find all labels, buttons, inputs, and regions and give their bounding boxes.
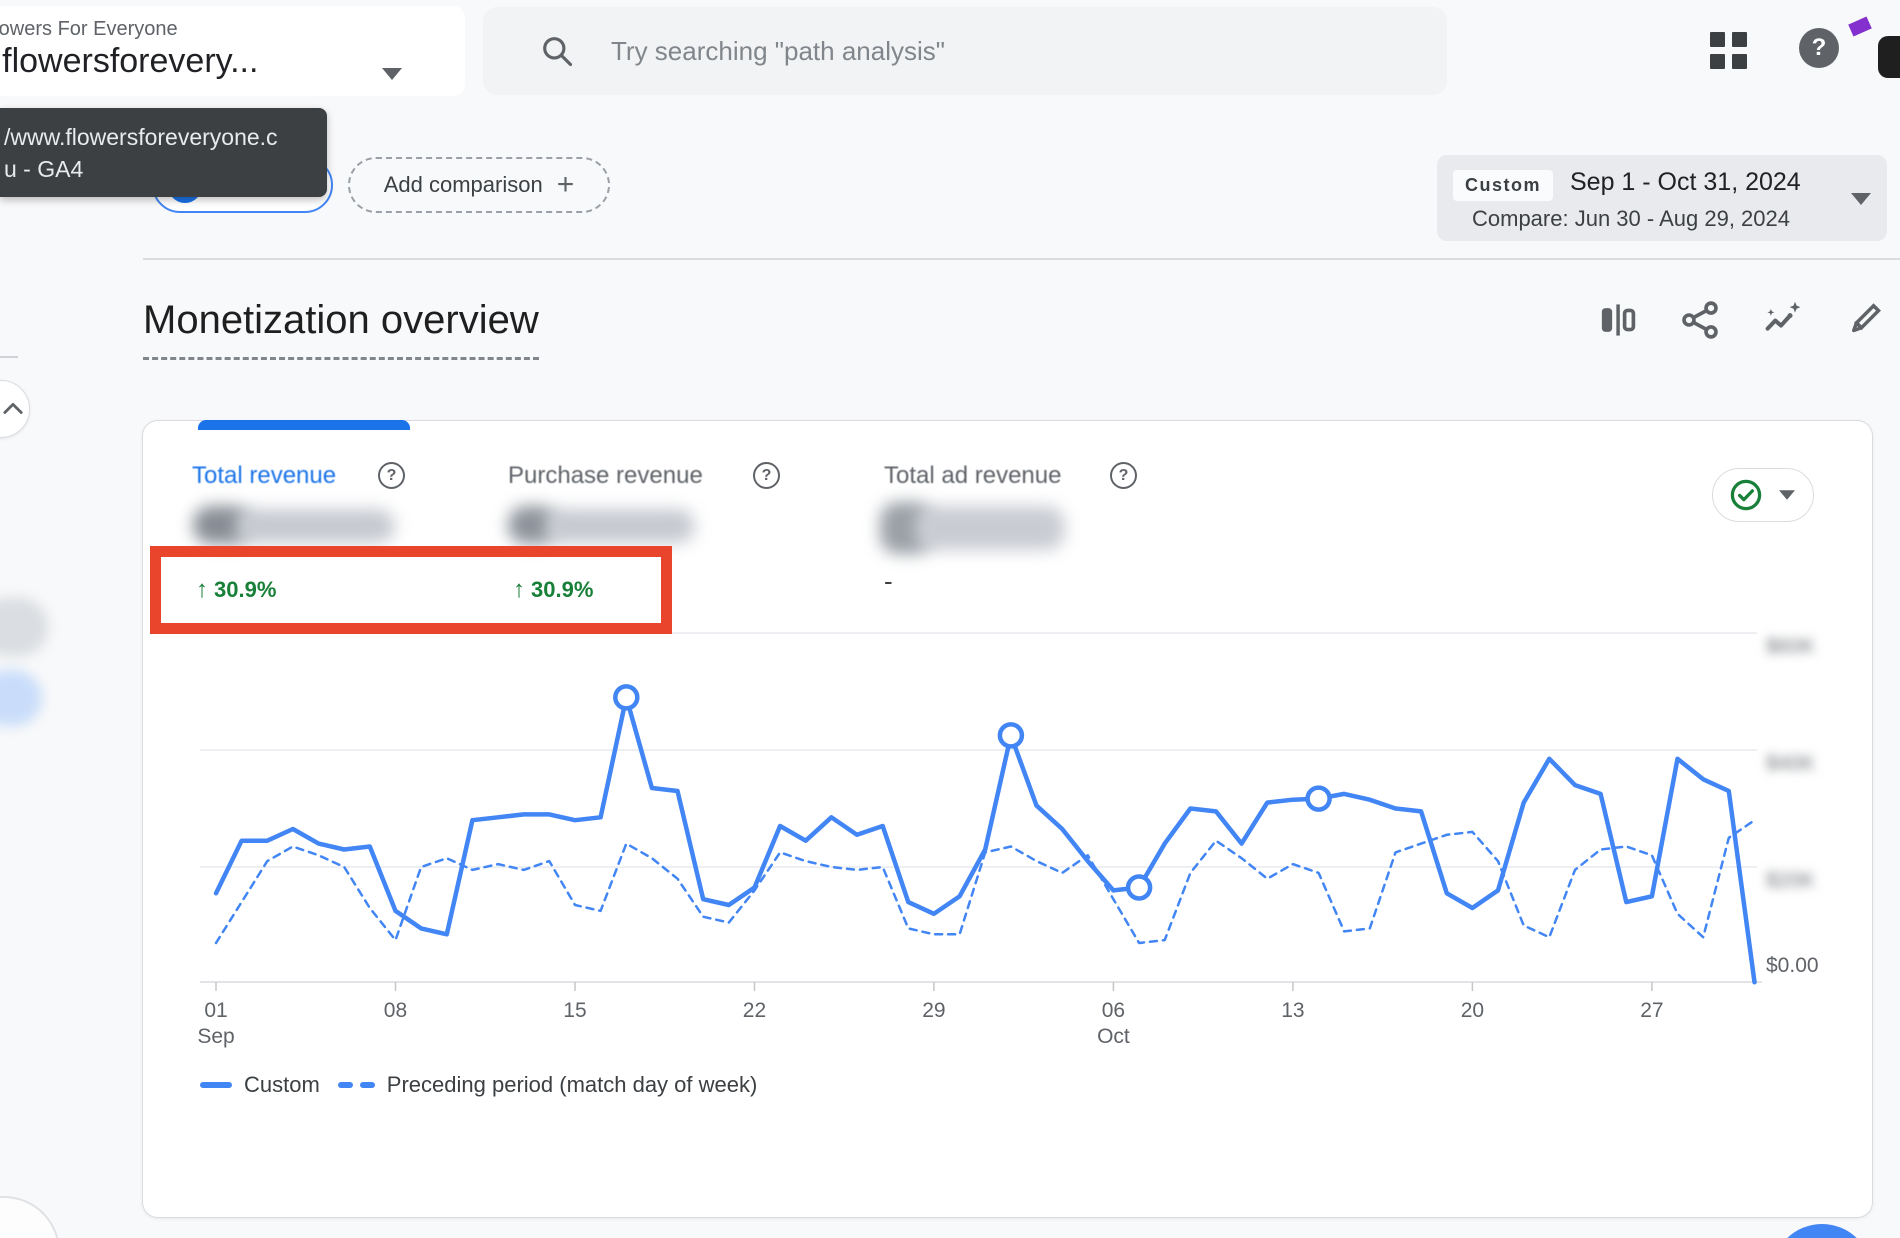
metric-value-redacted: [235, 509, 395, 543]
legend-swatch-solid-line-icon: [200, 1082, 232, 1088]
edit-pencil-icon: [1842, 298, 1886, 342]
metric-change-total-revenue: ↑ 30.9%: [196, 577, 276, 603]
metric-change-total-ad-revenue: -: [884, 566, 893, 597]
corner-avatar-partial[interactable]: [1878, 36, 1900, 78]
apps-grid-button[interactable]: [1702, 24, 1754, 76]
date-compare-text: Compare: Jun 30 - Aug 29, 2024: [1472, 206, 1790, 232]
tooltip-line2: u - GA4: [4, 153, 317, 185]
metric-change-value: 30.9%: [214, 577, 276, 603]
compare-report-icon: [1596, 298, 1640, 342]
y-tick-label: $40K: [1766, 752, 1866, 776]
edit-button[interactable]: [1838, 294, 1890, 346]
date-range-text: Sep 1 - Oct 31, 2024: [1570, 168, 1801, 197]
sidebar-chip-blurred-2[interactable]: [0, 670, 42, 726]
metric-value-redacted: [915, 506, 1065, 550]
date-range-picker[interactable]: Custom Sep 1 - Oct 31, 2024 Compare: Jun…: [1437, 155, 1887, 241]
x-tick-label: 06Oct: [1073, 998, 1153, 1050]
question-icon: ?: [1119, 467, 1129, 485]
x-tick-label: 22: [714, 998, 794, 1024]
metric-tab-total-revenue[interactable]: Total revenue: [192, 462, 336, 490]
chart-legend: Custom Preceding period (match day of we…: [200, 1072, 757, 1098]
legend-label: Custom: [244, 1072, 320, 1098]
question-icon: ?: [762, 467, 772, 485]
insights-icon: [1759, 297, 1805, 343]
property-name: w.flowersforevery...: [0, 42, 375, 81]
page-title: Monetization overview: [143, 298, 539, 360]
sidebar-edge-divider: [0, 356, 18, 358]
search-icon: [539, 33, 575, 69]
share-icon: [1678, 298, 1722, 342]
insights-button[interactable]: [1756, 294, 1808, 346]
legend-item-custom: Custom: [200, 1072, 320, 1098]
app-root: Flowers For Everyone w.flowersforevery..…: [0, 0, 1900, 1238]
add-comparison-label: Add comparison: [384, 172, 543, 198]
chevron-down-icon: [1851, 193, 1871, 205]
y-tick-label: $0.00: [1766, 954, 1866, 978]
search-bar[interactable]: [483, 7, 1447, 95]
account-name: Flowers For Everyone: [0, 18, 178, 41]
x-tick-label: 13: [1253, 998, 1333, 1024]
selected-metric-tab-indicator: [198, 420, 410, 430]
arrow-up-icon: ↑: [196, 578, 208, 602]
sidebar-chip-blurred-1[interactable]: [0, 598, 48, 656]
property-tooltip: /www.flowersforeveryone.c u - GA4: [0, 108, 327, 197]
legend-swatch-dashed-line-icon: [338, 1082, 375, 1088]
chevron-up-icon: [0, 395, 27, 423]
x-tick-label: 08: [355, 998, 435, 1024]
help-icon: ?: [1812, 34, 1827, 62]
metric-help-purchase-revenue[interactable]: ?: [753, 462, 780, 489]
chevron-down-icon: [1779, 490, 1795, 500]
tooltip-line1: /www.flowersforeveryone.c: [4, 121, 317, 153]
metric-tab-purchase-revenue[interactable]: Purchase revenue: [508, 462, 703, 490]
legend-label: Preceding period (match day of week): [387, 1072, 758, 1098]
y-tick-label: $60K: [1766, 635, 1866, 659]
metric-help-total-revenue[interactable]: ?: [378, 462, 405, 489]
arrow-up-icon: ↑: [513, 578, 525, 602]
report-actions: [1592, 294, 1890, 346]
chart-status-selector[interactable]: [1712, 468, 1814, 522]
y-tick-label: $20K: [1766, 869, 1866, 893]
metric-change-purchase-revenue: ↑ 30.9%: [513, 577, 593, 603]
add-comparison-button[interactable]: Add comparison +: [348, 157, 610, 213]
help-button[interactable]: ?: [1799, 28, 1839, 68]
question-icon: ?: [387, 467, 397, 485]
share-button[interactable]: [1674, 294, 1726, 346]
header-divider: [143, 258, 1900, 260]
apps-grid-icon: [1710, 32, 1747, 69]
insights-fab-partial[interactable]: [1772, 1224, 1872, 1238]
x-tick-label: 29: [894, 998, 974, 1024]
x-tick-label: 20: [1432, 998, 1512, 1024]
date-range-badge: Custom: [1453, 170, 1553, 201]
check-circle-icon: [1729, 478, 1763, 512]
metric-help-total-ad-revenue[interactable]: ?: [1110, 462, 1137, 489]
plus-icon: +: [557, 170, 575, 200]
sidebar-collapse-button[interactable]: [0, 380, 30, 438]
search-input[interactable]: [609, 35, 1389, 68]
metric-change-value: 30.9%: [531, 577, 593, 603]
chevron-down-icon: [382, 68, 402, 80]
corner-avatar-fragment-icon: [1848, 16, 1872, 36]
compare-report-button[interactable]: [1592, 294, 1644, 346]
property-switcher[interactable]: Flowers For Everyone w.flowersforevery..…: [0, 6, 465, 96]
x-tick-label: 15: [535, 998, 615, 1024]
x-tick-label: 01Sep: [176, 998, 256, 1050]
x-tick-label: 27: [1612, 998, 1692, 1024]
metric-tab-total-ad-revenue[interactable]: Total ad revenue: [884, 462, 1061, 490]
legend-item-preceding: Preceding period (match day of week): [338, 1072, 758, 1098]
metric-value-redacted: [545, 509, 695, 543]
bottom-left-button-partial[interactable]: [0, 1196, 60, 1238]
